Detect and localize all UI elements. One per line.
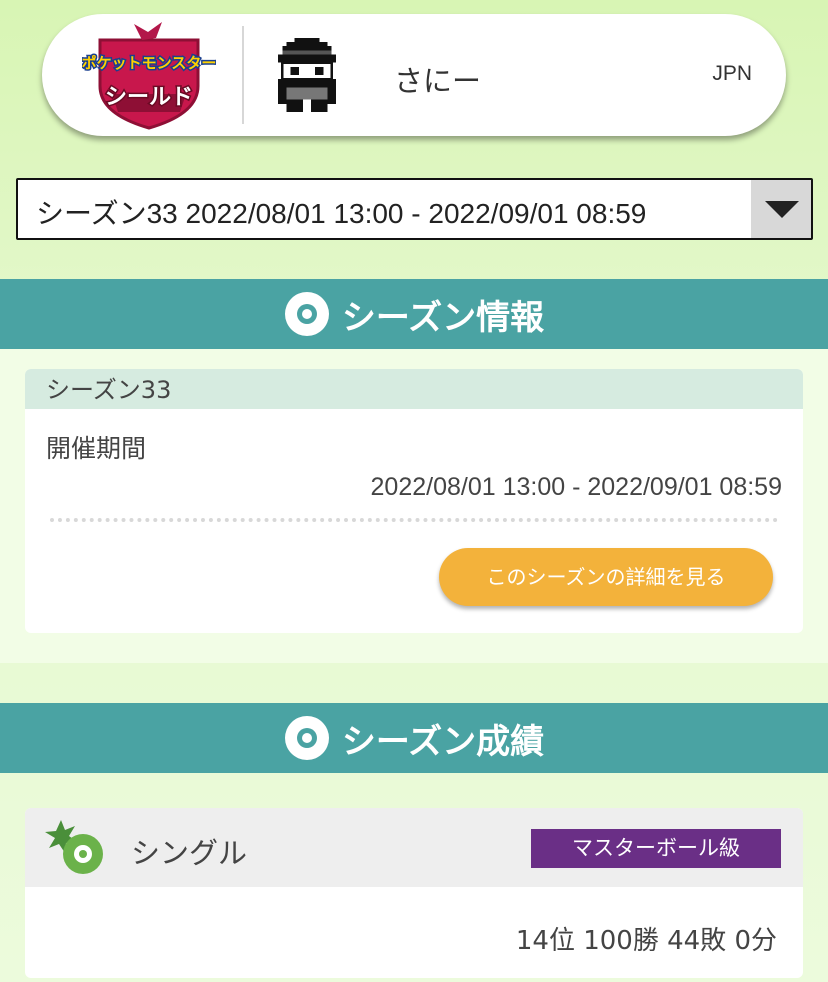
select-arrow-icon bbox=[765, 201, 799, 218]
season-select[interactable]: シーズン33 2022/08/01 13:00 - 2022/09/01 08:… bbox=[16, 178, 813, 240]
dotted-divider bbox=[50, 518, 778, 522]
trainer-avatar-icon bbox=[278, 38, 336, 112]
battle-record: 14位 100勝 44敗 0分 bbox=[515, 926, 777, 956]
period-value: 2022/08/01 13:00 - 2022/09/01 08:59 bbox=[370, 473, 782, 501]
pokeball-icon bbox=[284, 716, 329, 760]
logo-divider bbox=[242, 26, 244, 124]
svg-text:ポケットモンスター: ポケットモンスター bbox=[82, 54, 216, 72]
pokeball-icon bbox=[284, 292, 329, 336]
season-detail-button[interactable]: このシーズンの詳細を見る bbox=[439, 548, 773, 606]
result-card-header: シングル マスターボール級 bbox=[25, 808, 803, 887]
season-card-title: シーズン33 bbox=[25, 369, 803, 409]
season-info-card: シーズン33 開催期間 2022/08/01 13:00 - 2022/09/0… bbox=[25, 369, 803, 633]
season-results-header: シーズン成績 bbox=[0, 703, 828, 773]
profile-card: ポケットモンスター シールド さにー JPN bbox=[42, 14, 786, 136]
season-results-title: シーズン成績 bbox=[341, 721, 545, 762]
season-select-value: シーズン33 2022/08/01 13:00 - 2022/09/01 08:… bbox=[36, 198, 647, 229]
battle-type-label: シングル bbox=[131, 836, 248, 870]
trainer-name: さにー bbox=[394, 64, 482, 98]
region-label: JPN bbox=[712, 62, 752, 85]
single-battle-card: シングル マスターボール級 14位 100勝 44敗 0分 bbox=[25, 808, 803, 978]
season-info-header: シーズン情報 bbox=[0, 279, 828, 349]
svg-text:シールド: シールド bbox=[105, 85, 193, 110]
single-battle-icon bbox=[45, 820, 103, 874]
period-label: 開催期間 bbox=[46, 434, 147, 463]
season-info-title: シーズン情報 bbox=[341, 297, 545, 338]
pokemon-shield-logo: ポケットモンスター シールド bbox=[82, 22, 216, 130]
rank-class-badge: マスターボール級 bbox=[531, 829, 781, 868]
season-select-toggle[interactable] bbox=[751, 180, 811, 238]
